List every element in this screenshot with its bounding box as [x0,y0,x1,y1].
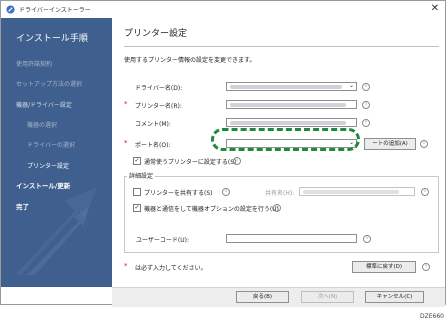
footer-bar: 戻る(B) 次へ(N) キャンセル(C) [112,287,445,307]
default-printer-checkbox[interactable]: ✓ [133,157,141,165]
info-icon[interactable]: i [362,101,370,109]
share-name-input[interactable] [299,187,415,196]
user-code-label: ユーザーコード(U): [136,237,189,244]
title-bar: ドライバーインストーラー ✕ [1,1,445,18]
port-name-highlight [211,128,360,151]
printer-name-label: プリンター名(R): [135,103,182,110]
comment-value-obscured [230,121,346,125]
installer-app-icon [6,5,15,14]
info-icon[interactable]: i [222,188,230,196]
window-title: ドライバーインストーラー [19,7,91,14]
driver-name-select[interactable]: ⌄ [226,82,357,91]
cancel-button[interactable]: キャンセル(C) [365,291,424,303]
add-port-button[interactable]: ートの追加(A) [364,138,416,150]
driver-name-value-obscured [230,85,342,89]
steps-sidebar: インストール手順 使用許諾契約 セットアップ方法の選択 機器/ドライバー設定 機… [1,18,112,287]
details-group: 詳細設定 プリンターを共有する(S) i 共有名(H): i ✓ 機器と通信をし… [124,171,439,253]
sidebar-item-printer-settings: プリンター設定 [27,163,70,170]
info-icon[interactable]: i [363,235,371,243]
sidebar-item-device-select: 機器の選択 [27,122,58,129]
info-icon[interactable]: i [233,157,241,165]
page-title: プリンター設定 [124,29,188,39]
decorative-arrow-graphic [15,187,97,275]
device-options-label: 機器と通信をして機器オプションの設定を行う(U) [144,206,279,213]
printer-name-input[interactable] [226,100,357,109]
required-marker: * [124,139,128,147]
required-marker: * [124,100,128,108]
required-marker: * [124,262,128,270]
share-name-value-obscured [303,190,399,194]
required-note: は必ず入力してください。 [135,265,207,272]
info-icon[interactable]: i [362,119,370,127]
figure-id: DZE660 [420,313,444,320]
sidebar-item-license: 使用許諾契約 [16,61,53,68]
chevron-down-icon: ⌄ [348,82,354,89]
main-panel: プリンター設定 使用するプリンター情報の設定を変更できます。 ドライバー名(D)… [112,18,445,287]
sidebar-heading: インストール手順 [16,34,88,44]
share-name-label: 共有名(H): [265,190,295,197]
sidebar-item-setup-method: セットアップ方法の選択 [16,81,83,88]
details-legend: 詳細設定 [127,171,156,180]
info-icon[interactable]: i [421,188,429,196]
printer-name-value-obscured [230,103,346,107]
user-code-input[interactable] [226,234,357,243]
sidebar-item-driver-select: ドライバーの選択 [27,142,75,149]
restore-default-button[interactable]: 標準に戻す(D) [352,261,416,273]
next-button[interactable]: 次へ(N) [301,291,354,303]
title-divider [124,46,439,47]
sidebar-item-device-driver: 機器/ドライバー設定 [16,102,72,109]
port-name-label: ポート名(O): [135,142,171,149]
comment-input[interactable] [226,118,357,127]
info-icon[interactable]: i [422,263,430,271]
share-printer-label: プリンターを共有する(S) [144,190,213,197]
default-printer-label: 通常使うプリンターに設定する(S) [144,159,237,166]
device-options-checkbox[interactable]: ✓ [133,204,141,212]
comment-label: コメント(M): [135,121,171,128]
info-icon[interactable]: i [420,140,428,148]
installer-window: ドライバーインストーラー ✕ インストール手順 使用許諾契約 セットアップ方法の… [0,0,446,307]
back-button[interactable]: 戻る(B) [236,291,289,303]
share-printer-checkbox[interactable] [133,188,141,196]
close-icon[interactable]: ✕ [431,3,439,14]
driver-name-label: ドライバー名(D): [135,85,183,92]
info-icon[interactable]: i [362,83,370,91]
info-icon[interactable]: i [273,204,281,212]
page-description: 使用するプリンター情報の設定を変更できます。 [124,57,256,64]
